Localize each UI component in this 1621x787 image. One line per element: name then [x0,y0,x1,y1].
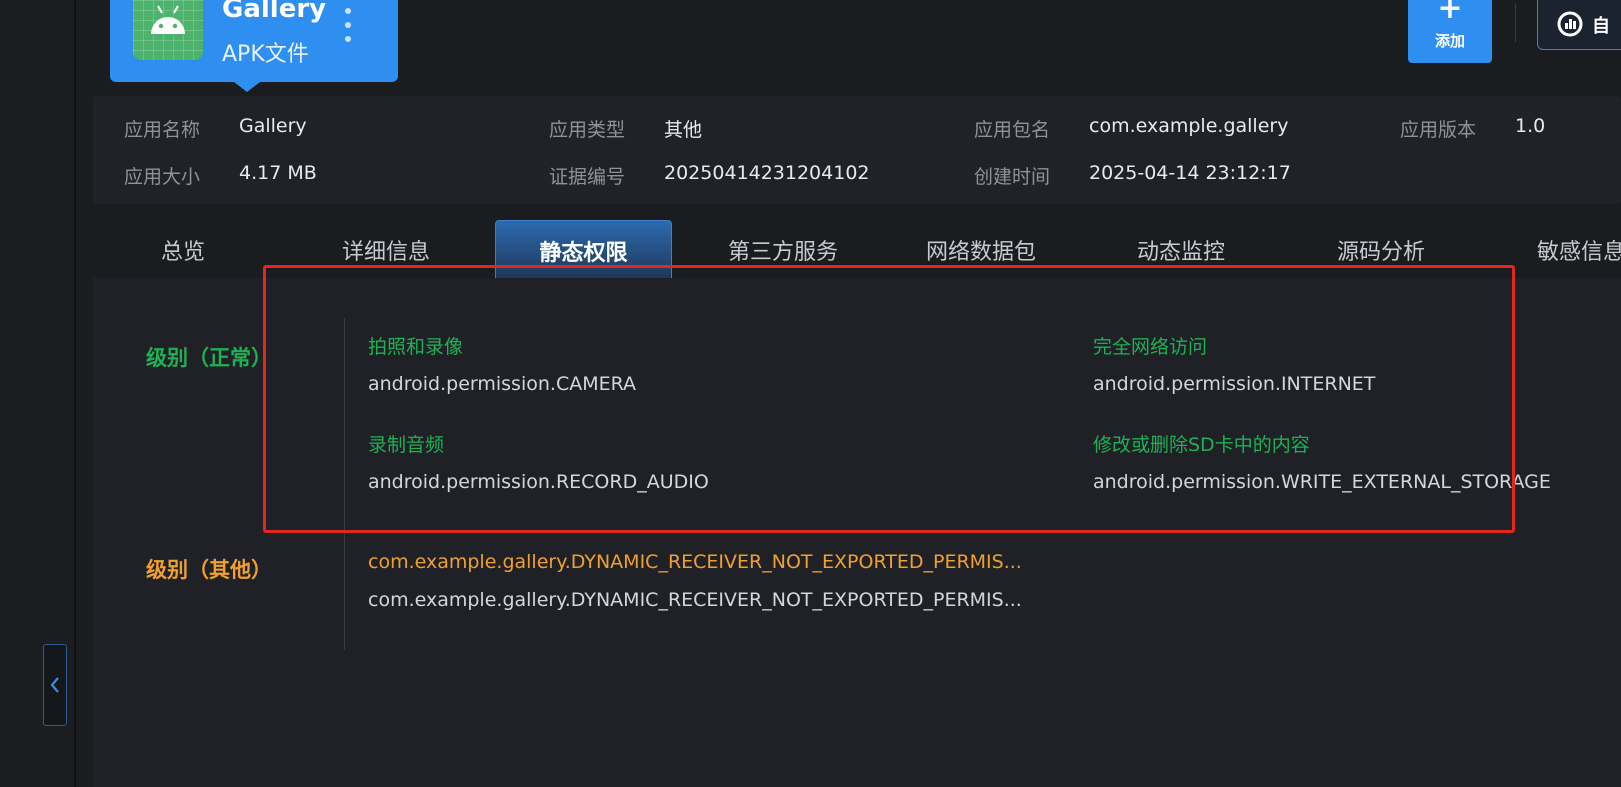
permission-title: 修改或删除SD卡中的内容 [1093,434,1310,456]
info-value: com.example.gallery [1089,115,1289,137]
app-type: APK文件 [222,42,309,67]
app-window: Gallery APK文件 + 添加 自 应用名称 Gallery 应用类型 其… [0,0,1621,787]
app-info-panel: 应用名称 Gallery 应用类型 其他 应用包名 com.example.ga… [93,96,1621,204]
tab-overview[interactable]: 总览 [93,220,273,280]
app-card[interactable]: Gallery APK文件 [110,0,398,92]
info-value: 其他 [664,119,703,141]
permission-value[interactable]: android.permission.CAMERA [368,373,636,395]
android-icon [133,0,203,60]
permission-title: com.example.gallery.DYNAMIC_RECEIVER_NOT… [368,551,1022,573]
info-key: 创建时间 [974,166,1051,188]
analysis-icon [1557,11,1583,37]
permissions-panel: 级别（正常） 级别（其他） 拍照和录像 android.permission.C… [93,278,1621,787]
permission-title: 录制音频 [368,434,445,456]
plus-icon: + [1437,0,1463,26]
chevron-left-icon [50,677,59,693]
tab-network-packets[interactable]: 网络数据包 [881,220,1081,280]
sidebar-collapse-button[interactable] [43,644,67,726]
more-options-icon[interactable] [343,8,353,42]
level-other-label: 级别（其他） [146,558,272,582]
permission-value[interactable]: android.permission.INTERNET [1093,373,1375,395]
permission-value[interactable]: android.permission.WRITE_EXTERNAL_STORAG… [1093,471,1551,493]
info-key: 证据编号 [549,166,626,188]
info-app-version: 应用版本 1.0 [1400,115,1545,142]
info-key: 应用版本 [1400,119,1477,141]
add-button-label: 添加 [1434,32,1465,50]
info-value: 4.17 MB [239,162,317,184]
info-value: 2025-04-14 23:12:17 [1089,162,1291,184]
info-value: Gallery [239,115,307,137]
tab-details[interactable]: 详细信息 [281,220,491,280]
info-package-name: 应用包名 com.example.gallery [974,115,1288,142]
add-button[interactable]: + 添加 [1408,0,1492,63]
auto-analysis-button[interactable]: 自 [1537,0,1621,50]
permission-value[interactable]: android.permission.RECORD_AUDIO [368,471,709,493]
info-value: 20250414231204102 [664,162,870,184]
tab-source-analysis[interactable]: 源码分析 [1281,220,1481,280]
toolbar-divider [1515,4,1516,42]
tab-static-permissions[interactable]: 静态权限 [495,220,672,280]
info-value: 1.0 [1515,115,1546,137]
permission-value[interactable]: com.example.gallery.DYNAMIC_RECEIVER_NOT… [368,589,1022,611]
left-sidebar [0,0,76,787]
tab-dynamic-monitor[interactable]: 动态监控 [1081,220,1281,280]
auto-button-label: 自 [1592,16,1610,37]
tab-third-party[interactable]: 第三方服务 [683,220,883,280]
permission-title: 完全网络访问 [1093,336,1208,358]
info-key: 应用大小 [124,166,201,188]
info-key: 应用类型 [549,119,626,141]
info-evidence-id: 证据编号 20250414231204102 [549,162,870,189]
tab-sensitive-info[interactable]: 敏感信息 [1481,220,1621,280]
level-normal-label: 级别（正常） [146,346,272,370]
tab-bar: 总览 详细信息 静态权限 第三方服务 网络数据包 动态监控 源码分析 敏感信息 [93,220,1621,280]
info-created-time: 创建时间 2025-04-14 23:12:17 [974,162,1291,189]
divider [344,318,345,650]
info-app-name: 应用名称 Gallery [124,115,307,142]
info-key: 应用名称 [124,119,201,141]
info-key: 应用包名 [974,119,1051,141]
app-name: Gallery [222,0,327,24]
info-app-type: 应用类型 其他 [549,115,702,142]
info-app-size: 应用大小 4.17 MB [124,162,317,189]
permission-title: 拍照和录像 [368,336,464,358]
